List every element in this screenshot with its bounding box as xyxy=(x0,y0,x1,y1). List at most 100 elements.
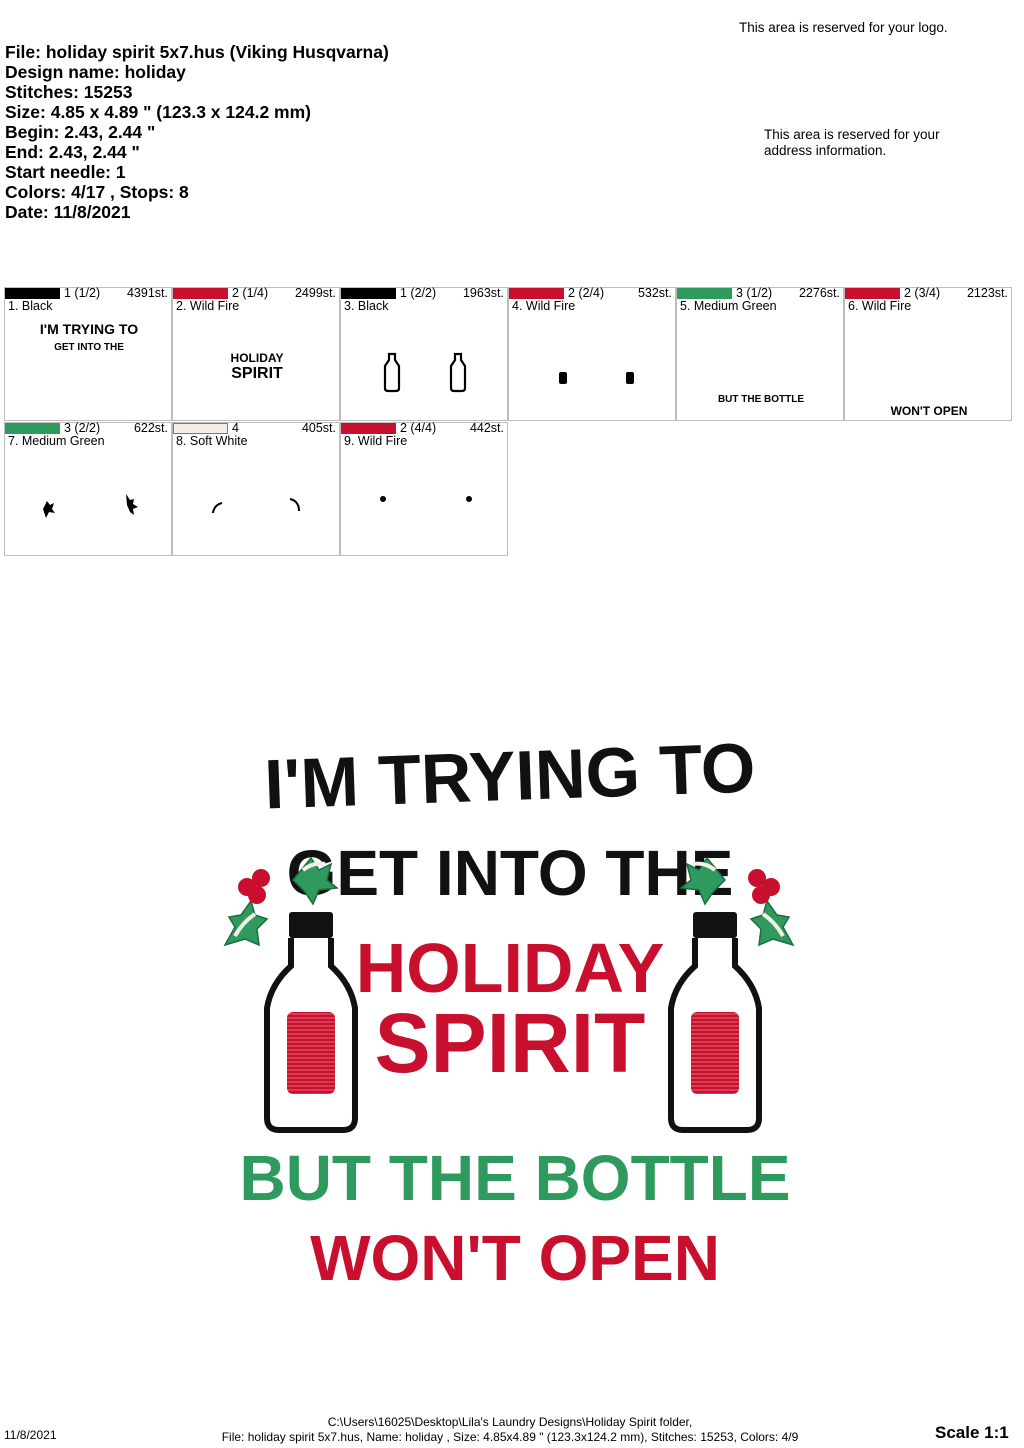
preview-text: I'M TRYING TO xyxy=(40,321,138,337)
preview-text: SPIRIT xyxy=(231,365,283,382)
stop-cell: 2 (2/4) 532st. 4. Wild Fire xyxy=(508,286,676,421)
bottle-label xyxy=(691,1012,739,1094)
stop-cell: 2 (3/4) 2123st. 6. Wild Fire WON'T OPEN xyxy=(844,286,1012,421)
footer-path: C:\Users\16025\Desktop\Lila's Laundry De… xyxy=(327,1415,693,1429)
stop-preview xyxy=(380,496,472,502)
highlight-stroke xyxy=(289,498,300,512)
stitch-count: 442st. xyxy=(469,421,504,435)
holly-berry xyxy=(748,869,766,887)
color-name: 2. Wild Fire xyxy=(176,299,240,313)
color-swatch xyxy=(341,288,396,299)
stop-preview xyxy=(43,494,138,518)
stop-cell: 1 (2/2) 1963st. 3. Black xyxy=(340,286,508,421)
holly-leaf-shape xyxy=(43,501,55,518)
berry-dot xyxy=(466,496,472,502)
date-line: Date: 11/8/2021 xyxy=(5,202,131,222)
design-line-4: SPIRIT xyxy=(375,996,646,1090)
stop-preview xyxy=(383,352,467,393)
design-line-2: GET INTO THE xyxy=(287,837,734,909)
stop-cell: 2 (1/4) 2499st. 2. Wild Fire HOLIDAY SPI… xyxy=(172,286,340,421)
color-swatch xyxy=(677,288,732,299)
preview-text: GET INTO THE xyxy=(54,342,124,353)
color-name: 7. Medium Green xyxy=(8,434,105,448)
color-name: 5. Medium Green xyxy=(680,299,777,313)
preview-text: BUT THE BOTTLE xyxy=(718,394,804,405)
holly-berry xyxy=(752,886,770,904)
stop-cell: 2 (4/4) 442st. 9. Wild Fire xyxy=(340,421,508,556)
color-swatch xyxy=(845,288,900,299)
needle-number: 3 (2/2) xyxy=(64,421,101,435)
color-swatch xyxy=(5,423,60,434)
stitch-count: 532st. xyxy=(637,286,672,300)
stop-cell: 1 (1/2) 4391st. 1. Black I'M TRYING TO G… xyxy=(4,286,172,421)
needle-number: 2 (3/4) xyxy=(904,286,941,300)
design-name-line: Design name: holiday xyxy=(5,62,186,82)
stitch-count: 2276st. xyxy=(798,286,840,300)
preview-text: HOLIDAY xyxy=(231,351,284,365)
bottle-cap xyxy=(289,912,333,938)
color-stop-grid: 1 (1/2) 4391st. 1. Black I'M TRYING TO G… xyxy=(4,286,1013,558)
stop-preview xyxy=(212,498,300,514)
color-name: 4. Wild Fire xyxy=(512,299,576,313)
holly-berry xyxy=(248,886,266,904)
needle-number: 3 (1/2) xyxy=(736,286,773,300)
stitches-line: Stitches: 15253 xyxy=(5,82,133,102)
begin-line: Begin: 2.43, 2.44 " xyxy=(5,122,156,142)
stop-preview: BUT THE BOTTLE xyxy=(718,394,804,405)
footer-file-summary: File: holiday spirit 5x7.hus, Name: holi… xyxy=(221,1430,799,1444)
stop-cell: 3 (2/2) 622st. 7. Medium Green xyxy=(4,421,172,556)
holly-leaf-shape xyxy=(126,494,138,515)
stitch-count: 4391st. xyxy=(126,286,168,300)
bottle-outline xyxy=(449,352,467,393)
bottle-label-fill xyxy=(559,372,567,384)
needle-number: 2 (4/4) xyxy=(400,421,437,435)
design-line-5: BUT THE BOTTLE xyxy=(239,1142,790,1214)
logo-placeholder: This area is reserved for your logo. xyxy=(739,20,948,35)
stop-cell: 3 (1/2) 2276st. 5. Medium Green BUT THE … xyxy=(676,286,844,421)
stitch-count: 405st. xyxy=(301,421,336,435)
needle-number: 2 (1/4) xyxy=(232,286,269,300)
color-swatch xyxy=(509,288,564,299)
bottle-cap xyxy=(693,912,737,938)
stop-preview xyxy=(559,372,634,384)
needle-number: 4 xyxy=(232,421,239,435)
color-name: 8. Soft White xyxy=(176,434,248,448)
color-name: 3. Black xyxy=(344,299,389,313)
end-line: End: 2.43, 2.44 " xyxy=(5,142,140,162)
footer-date: 11/8/2021 xyxy=(4,1428,57,1442)
design-line-6: WON'T OPEN xyxy=(310,1222,720,1294)
file-line: File: holiday spirit 5x7.hus (Viking Hus… xyxy=(5,42,389,62)
holly-berry xyxy=(252,869,270,887)
needle-number: 2 (2/4) xyxy=(568,286,605,300)
design-preview: I'M TRYING TO GET INTO THE HOLIDAY SPIRI… xyxy=(223,728,795,1294)
footer-summary: C:\Users\16025\Desktop\Lila's Laundry De… xyxy=(180,1415,840,1445)
color-name: 1. Black xyxy=(8,299,53,313)
stitch-count: 622st. xyxy=(133,421,168,435)
stop-preview: WON'T OPEN xyxy=(891,404,968,418)
bottle-right xyxy=(668,912,762,1133)
bottle-outline xyxy=(383,352,401,393)
needle-number: 1 (2/2) xyxy=(400,286,437,300)
highlight-stroke xyxy=(212,502,223,514)
stop-preview: HOLIDAY SPIRIT xyxy=(231,351,284,382)
size-line: Size: 4.85 x 4.89 " (123.3 x 124.2 mm) xyxy=(5,102,311,122)
bottle-label-fill xyxy=(626,372,634,384)
color-swatch xyxy=(5,288,60,299)
color-name: 6. Wild Fire xyxy=(848,299,912,313)
stitch-count: 2123st. xyxy=(966,286,1008,300)
stop-preview: I'M TRYING TO GET INTO THE xyxy=(40,321,138,353)
color-swatch xyxy=(341,423,396,434)
preview-text: WON'T OPEN xyxy=(891,404,968,418)
scale-label: Scale 1:1 xyxy=(935,1423,1009,1442)
start-needle-line: Start needle: 1 xyxy=(5,162,126,182)
design-info-block: File: holiday spirit 5x7.hus (Viking Hus… xyxy=(5,42,389,222)
bottle-label xyxy=(287,1012,335,1094)
stop-cell: 4 405st. 8. Soft White xyxy=(172,421,340,556)
bottle-left xyxy=(264,912,358,1133)
address-placeholder: This area is reserved for your address i… xyxy=(764,127,940,158)
berry-dot xyxy=(380,496,386,502)
stitch-count: 2499st. xyxy=(294,286,336,300)
design-line-1: I'M TRYING TO xyxy=(263,728,757,823)
colors-line: Colors: 4/17 , Stops: 8 xyxy=(5,182,189,202)
stitch-count: 1963st. xyxy=(462,286,504,300)
